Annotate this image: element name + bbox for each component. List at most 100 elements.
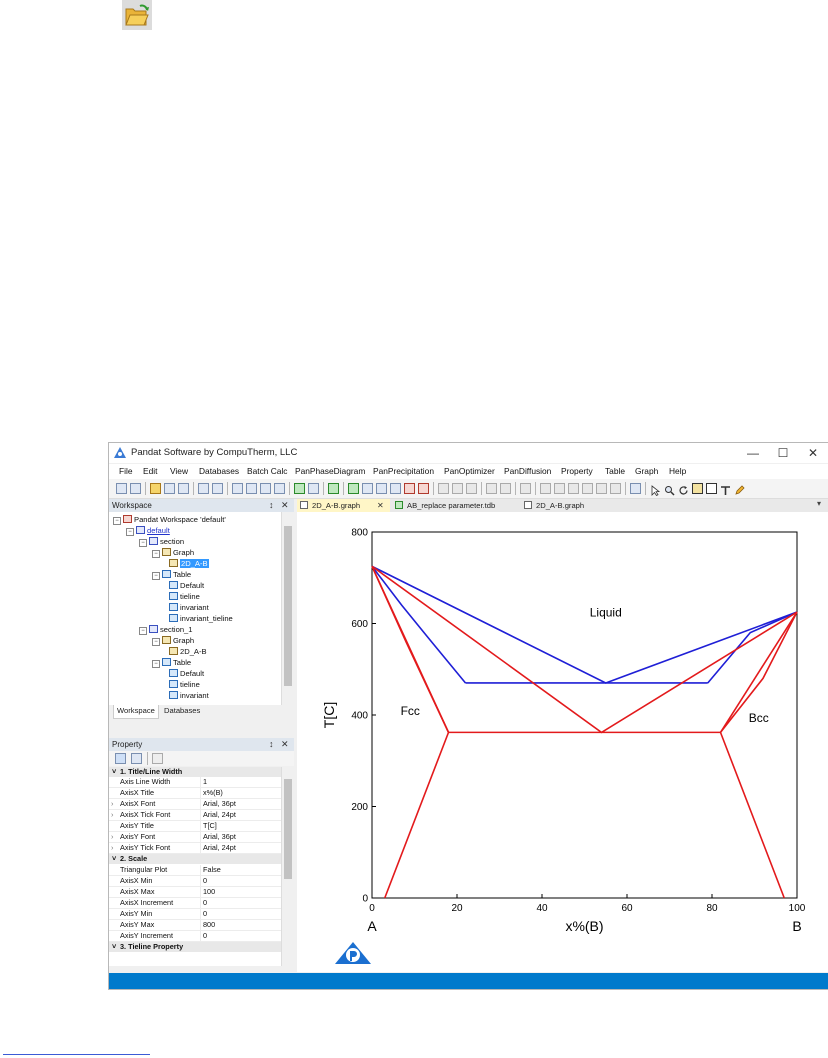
- tree-node-table-item[interactable]: tieline: [169, 592, 200, 601]
- graph-tool-icon[interactable]: [438, 483, 449, 494]
- menu-batch-calc[interactable]: Batch Calc: [247, 466, 288, 476]
- tree-node-section[interactable]: − section: [139, 537, 184, 547]
- open-icon[interactable]: [150, 483, 161, 494]
- section-calc-icon[interactable]: [390, 483, 401, 494]
- graph-tool-icon[interactable]: [520, 483, 531, 494]
- save-icon[interactable]: [164, 483, 175, 494]
- graph-tool-icon[interactable]: [466, 483, 477, 494]
- calculate-icon[interactable]: [348, 483, 359, 494]
- scroll-thumb[interactable]: [284, 779, 292, 879]
- cursor-icon[interactable]: [650, 483, 661, 497]
- property-category[interactable]: ˅ 1. Title/Line Width: [109, 767, 281, 777]
- close-icon[interactable]: ✕: [281, 739, 289, 750]
- collapse-icon[interactable]: −: [152, 660, 160, 668]
- delete-icon[interactable]: [274, 483, 285, 494]
- property-row[interactable]: AxisX Min 0: [109, 876, 281, 887]
- download-icon[interactable]: [328, 483, 339, 494]
- collapse-icon[interactable]: −: [113, 517, 121, 525]
- categorized-icon[interactable]: [115, 753, 126, 764]
- menu-pandiffusion[interactable]: PanDiffusion: [504, 466, 551, 476]
- graph-tool-icon[interactable]: [540, 483, 551, 494]
- menu-databases[interactable]: Databases: [199, 466, 239, 476]
- close-tab-icon[interactable]: ✕: [377, 499, 384, 512]
- collapse-icon[interactable]: −: [126, 528, 134, 536]
- new-section-icon[interactable]: [130, 483, 141, 494]
- open-folder-icon[interactable]: [122, 0, 152, 30]
- collapse-icon[interactable]: −: [139, 539, 147, 547]
- minimize-button[interactable]: —: [739, 444, 767, 462]
- chevron-right-icon[interactable]: ›: [111, 799, 113, 808]
- tree-node-table-item[interactable]: invariant_tieline: [169, 614, 233, 623]
- property-pages-icon[interactable]: [152, 753, 163, 764]
- tree-node-table-item[interactable]: invariant: [169, 691, 209, 700]
- zoom-icon[interactable]: [664, 483, 675, 496]
- solidification-icon[interactable]: [418, 483, 429, 494]
- tree-node-table-item[interactable]: tieline: [169, 680, 200, 689]
- property-category[interactable]: ˅ 2. Scale: [109, 854, 281, 864]
- tree-node-graph[interactable]: − Graph: [152, 548, 194, 558]
- property-row[interactable]: › AxisX Tick Font Arial, 24pt: [109, 810, 281, 821]
- property-row[interactable]: AxisX Max 100: [109, 887, 281, 898]
- tree-node-graph[interactable]: − Graph: [152, 636, 194, 646]
- close-icon[interactable]: ✕: [281, 500, 289, 511]
- paste-icon[interactable]: [260, 483, 271, 494]
- property-row[interactable]: Triangular Plot False: [109, 865, 281, 876]
- pin-icon[interactable]: ↕: [269, 739, 274, 749]
- tree-node-graph-item[interactable]: 2D_A-B: [169, 559, 209, 568]
- tree-node-table-item[interactable]: Default: [169, 581, 204, 590]
- graph-tool-icon[interactable]: [554, 483, 565, 494]
- chevron-right-icon[interactable]: ›: [111, 832, 113, 841]
- property-row[interactable]: AxisY Max 800: [109, 920, 281, 931]
- text-tool-icon[interactable]: [720, 483, 731, 495]
- frame-icon[interactable]: [706, 483, 717, 494]
- graph-tool-icon[interactable]: [452, 483, 463, 494]
- chevron-right-icon[interactable]: ›: [111, 810, 113, 819]
- property-row[interactable]: AxisX Increment 0: [109, 898, 281, 909]
- tab-list-dropdown-icon[interactable]: ▾: [817, 499, 821, 508]
- tree-node-section-1[interactable]: − section_1: [139, 625, 193, 635]
- property-row[interactable]: AxisY Increment 0: [109, 931, 281, 942]
- menu-table[interactable]: Table: [605, 466, 625, 476]
- pin-icon[interactable]: ↕: [269, 500, 274, 510]
- menu-property[interactable]: Property: [561, 466, 593, 476]
- refresh-icon[interactable]: [678, 483, 689, 495]
- menu-graph[interactable]: Graph: [635, 466, 658, 476]
- tree-node-table-item[interactable]: Default: [169, 669, 204, 678]
- property-row[interactable]: › AxisX Font Arial, 36pt: [109, 799, 281, 810]
- menu-panprecipitation[interactable]: PanPrecipitation: [373, 466, 434, 476]
- property-row[interactable]: Axis Line Width 1: [109, 777, 281, 788]
- menu-edit[interactable]: Edit: [143, 466, 157, 476]
- menu-file[interactable]: File: [119, 466, 133, 476]
- legend-icon[interactable]: [692, 483, 703, 494]
- table-view-icon[interactable]: [308, 483, 319, 494]
- print-preview-icon[interactable]: [198, 483, 209, 494]
- menu-panoptimizer[interactable]: PanOptimizer: [444, 466, 495, 476]
- graph-tool-icon[interactable]: [568, 483, 579, 494]
- database-icon[interactable]: [294, 483, 305, 494]
- property-row[interactable]: AxisX Title x%(B): [109, 788, 281, 799]
- point-calc-icon[interactable]: [362, 483, 373, 494]
- property-row[interactable]: › AxisY Tick Font Arial, 24pt: [109, 843, 281, 854]
- tab-databases[interactable]: Databases: [161, 705, 203, 718]
- tree-node-table[interactable]: − Table: [152, 570, 191, 580]
- property-row[interactable]: AxisY Title T[C]: [109, 821, 281, 832]
- tree-node-table-item[interactable]: invariant: [169, 603, 209, 612]
- tab-workspace[interactable]: Workspace: [113, 705, 159, 719]
- maximize-button[interactable]: ☐: [769, 444, 797, 462]
- collapse-icon[interactable]: −: [152, 550, 160, 558]
- tree-node-default[interactable]: − default: [126, 526, 170, 536]
- tree-node-graph-item[interactable]: 2D_A-B: [169, 647, 207, 656]
- close-button[interactable]: ✕: [799, 444, 827, 462]
- doc-tab-graph-2[interactable]: 2D_A-B.graph: [521, 499, 604, 512]
- tree-node-table[interactable]: − Table: [152, 658, 191, 668]
- graph-tool-icon[interactable]: [486, 483, 497, 494]
- menu-help[interactable]: Help: [669, 466, 686, 476]
- graph-tool-icon[interactable]: [610, 483, 621, 494]
- graph-tool-icon[interactable]: [500, 483, 511, 494]
- doc-tab-graph[interactable]: 2D_A-B.graph ✕: [297, 499, 390, 512]
- workspace-scrollbar[interactable]: [281, 512, 294, 705]
- settings-icon[interactable]: [630, 483, 641, 494]
- line-calc-icon[interactable]: [376, 483, 387, 494]
- menu-view[interactable]: View: [170, 466, 188, 476]
- collapse-icon[interactable]: −: [139, 627, 147, 635]
